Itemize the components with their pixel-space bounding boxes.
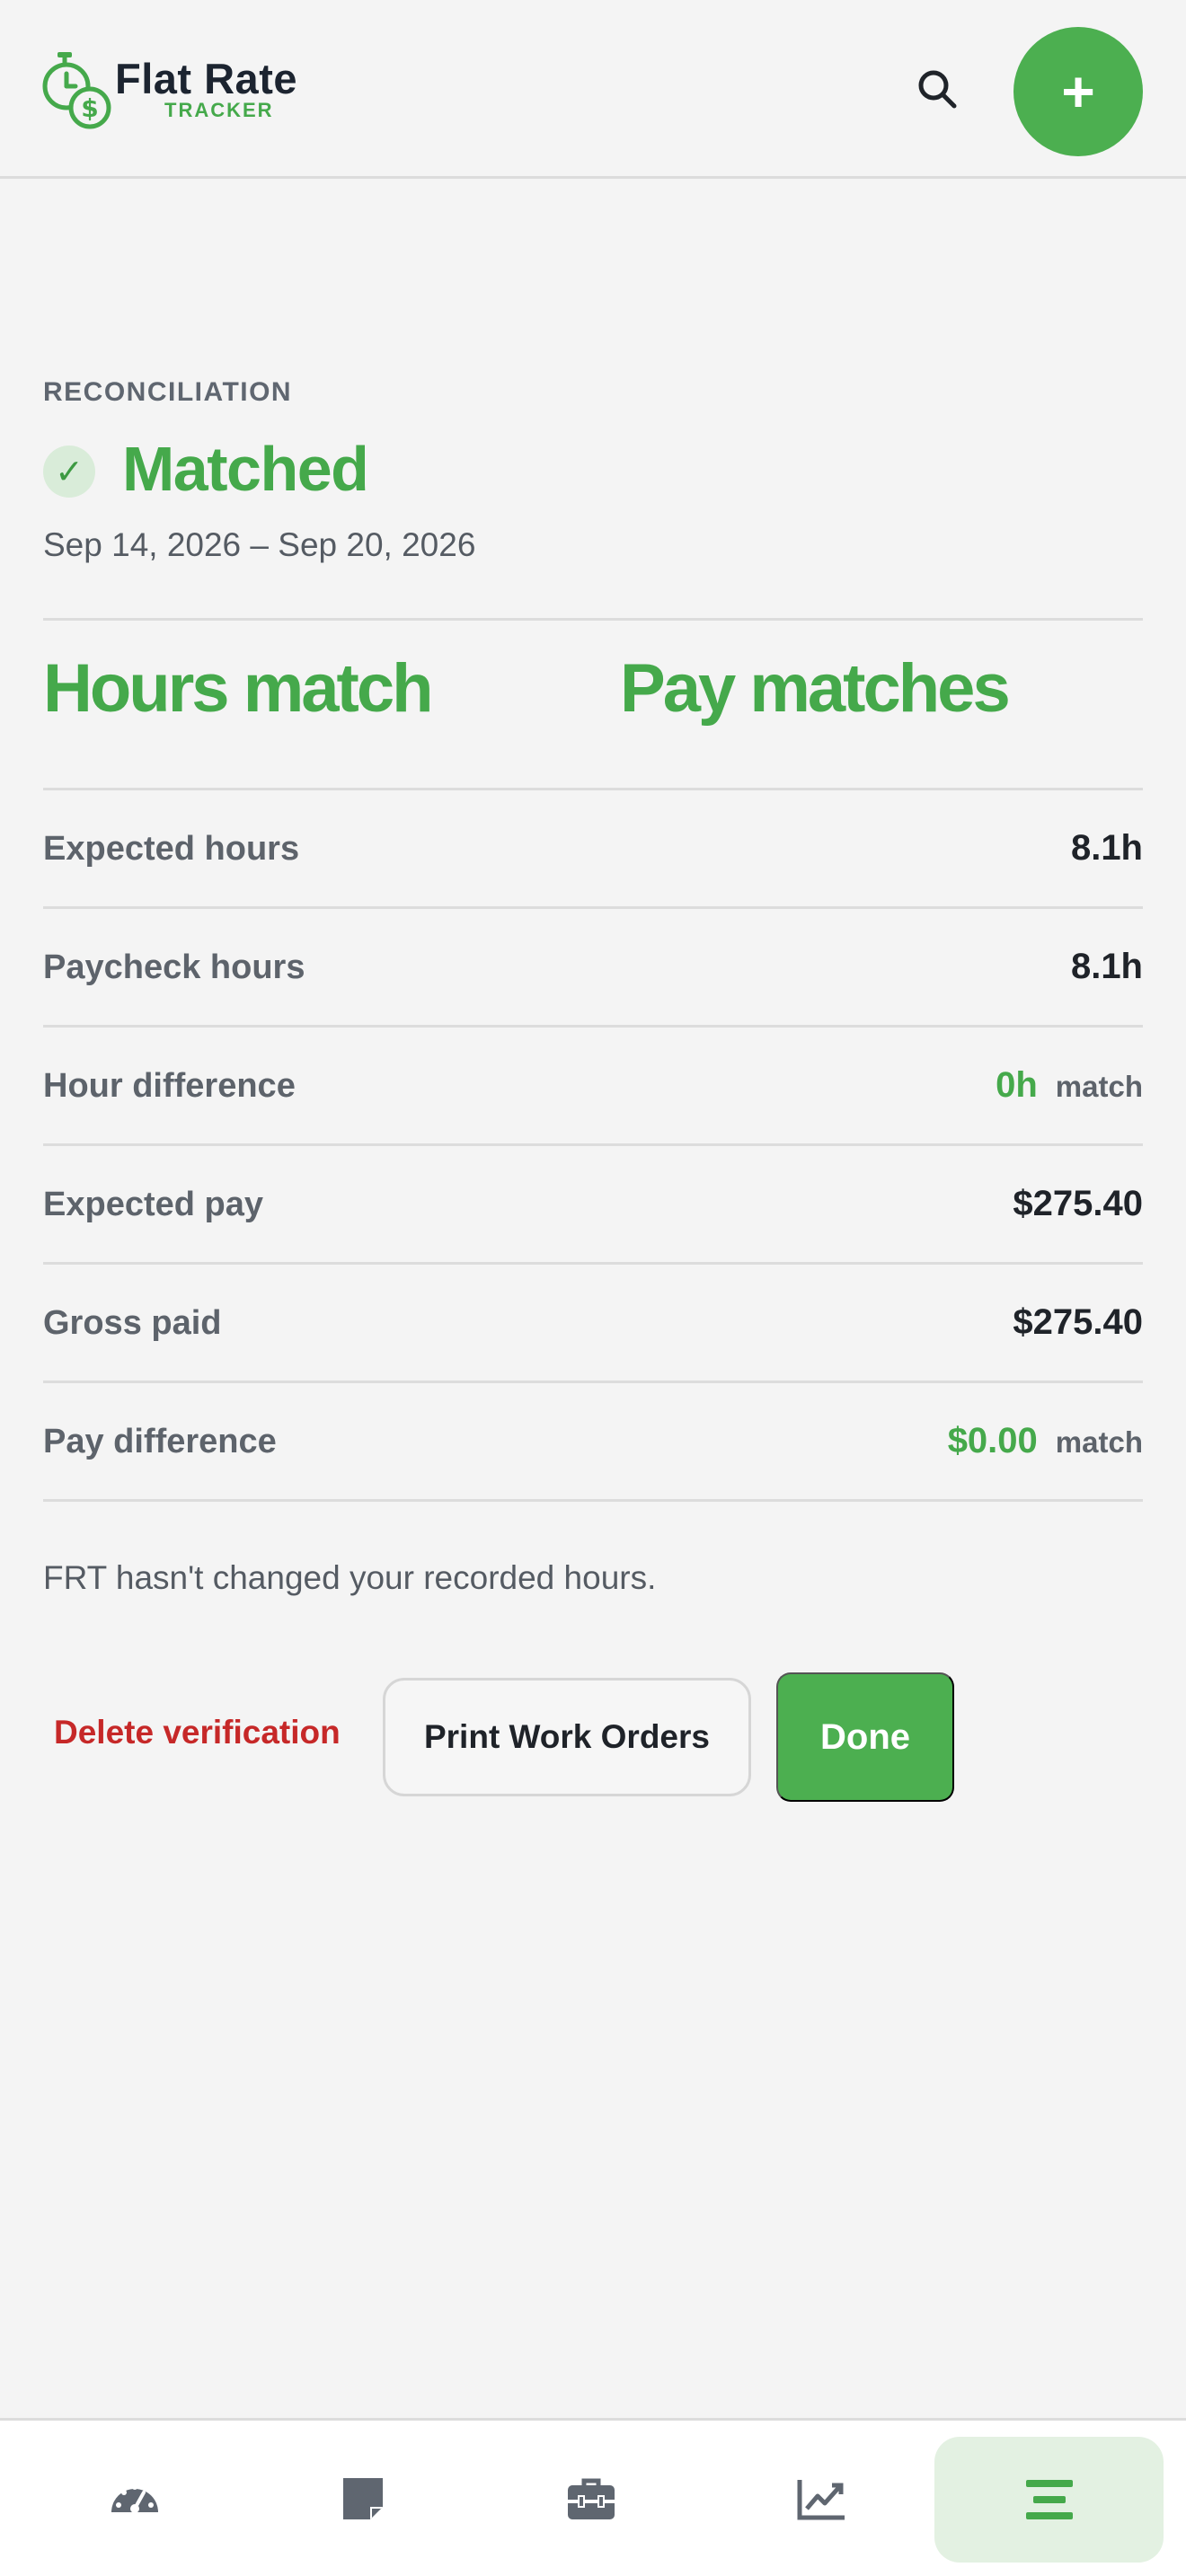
toolbox-icon bbox=[567, 2478, 615, 2519]
add-button[interactable]: + bbox=[1013, 27, 1143, 156]
app-logo[interactable]: $ Flat Rate TRACKER bbox=[41, 50, 311, 131]
app-root: $ Flat Rate TRACKER + RECONCILIATION ✓ M… bbox=[0, 0, 1186, 2576]
top-bar: $ Flat Rate TRACKER + bbox=[0, 0, 1186, 179]
nav-item-menu[interactable] bbox=[934, 2437, 1164, 2563]
row-label: Paycheck hours bbox=[43, 948, 305, 986]
svg-text:$: $ bbox=[81, 93, 98, 123]
status-title: Matched bbox=[122, 434, 369, 504]
app-subtitle: TRACKER bbox=[164, 99, 274, 121]
row-value-group: 0h match bbox=[996, 1065, 1143, 1106]
row-value: $275.40 bbox=[1013, 1302, 1143, 1342]
row-label: Hour difference bbox=[43, 1067, 296, 1105]
done-button[interactable]: Done bbox=[776, 1672, 954, 1802]
app-name: Flat Rate bbox=[115, 55, 297, 102]
hours-match-label: Hours match bbox=[43, 650, 434, 727]
row-value: 8.1h bbox=[1070, 828, 1143, 868]
menu-icon bbox=[1025, 2480, 1073, 2519]
search-button[interactable] bbox=[913, 65, 961, 113]
check-icon: ✓ bbox=[43, 446, 95, 498]
row-hour-difference: Hour difference 0h match bbox=[43, 1028, 1143, 1146]
nav-item-dashboard[interactable] bbox=[20, 2437, 249, 2563]
section-eyebrow: RECONCILIATION bbox=[43, 377, 293, 407]
bottom-nav bbox=[0, 2418, 1186, 2576]
delete-verification-link[interactable]: Delete verification bbox=[54, 1714, 341, 1751]
action-bar: Delete verification Print Work Orders Do… bbox=[43, 1672, 1143, 1802]
row-value: $0.00 bbox=[947, 1421, 1038, 1460]
row-value: $275.40 bbox=[1013, 1184, 1143, 1223]
reconciliation-panel: RECONCILIATION ✓ Matched Sep 14, 2026 – … bbox=[43, 377, 1143, 1802]
row-label: Expected pay bbox=[43, 1186, 263, 1223]
chart-line-icon bbox=[797, 2480, 845, 2520]
match-tag: match bbox=[1055, 1425, 1143, 1459]
dashboard-gauge-icon bbox=[111, 2484, 158, 2513]
nav-item-notes[interactable] bbox=[248, 2437, 477, 2563]
stopwatch-dollar-icon: $ bbox=[42, 52, 111, 129]
row-expected-pay: Expected pay $275.40 bbox=[43, 1146, 1143, 1265]
row-expected-hours: Expected hours 8.1h bbox=[43, 790, 1143, 909]
row-label: Expected hours bbox=[43, 830, 300, 868]
pay-match-label: Pay matches bbox=[620, 650, 1011, 727]
row-value: 8.1h bbox=[1070, 947, 1143, 986]
search-icon bbox=[918, 70, 957, 109]
row-label: Gross paid bbox=[43, 1304, 222, 1342]
row-gross-paid: Gross paid $275.40 bbox=[43, 1265, 1143, 1383]
print-work-orders-button[interactable]: Print Work Orders bbox=[383, 1678, 751, 1796]
nav-item-jobs[interactable] bbox=[476, 2437, 705, 2563]
row-pay-difference: Pay difference $0.00 match bbox=[43, 1383, 1143, 1502]
plus-icon: + bbox=[1061, 59, 1095, 124]
info-note: FRT hasn't changed your recorded hours. bbox=[43, 1559, 657, 1596]
nav-item-reports[interactable] bbox=[706, 2437, 935, 2563]
row-value-group: $0.00 match bbox=[948, 1421, 1143, 1461]
row-paycheck-hours: Paycheck hours 8.1h bbox=[43, 909, 1143, 1028]
match-summary: Hours match Pay matches bbox=[43, 621, 1143, 788]
date-range: Sep 14, 2026 – Sep 20, 2026 bbox=[43, 526, 476, 563]
row-value: 0h bbox=[996, 1065, 1038, 1105]
match-tag: match bbox=[1055, 1070, 1143, 1103]
notes-icon bbox=[342, 2478, 383, 2519]
row-label: Pay difference bbox=[43, 1423, 277, 1460]
reconciliation-table: Expected hours 8.1h Paycheck hours 8.1h … bbox=[43, 790, 1143, 1502]
status-row: ✓ Matched bbox=[43, 433, 1143, 508]
